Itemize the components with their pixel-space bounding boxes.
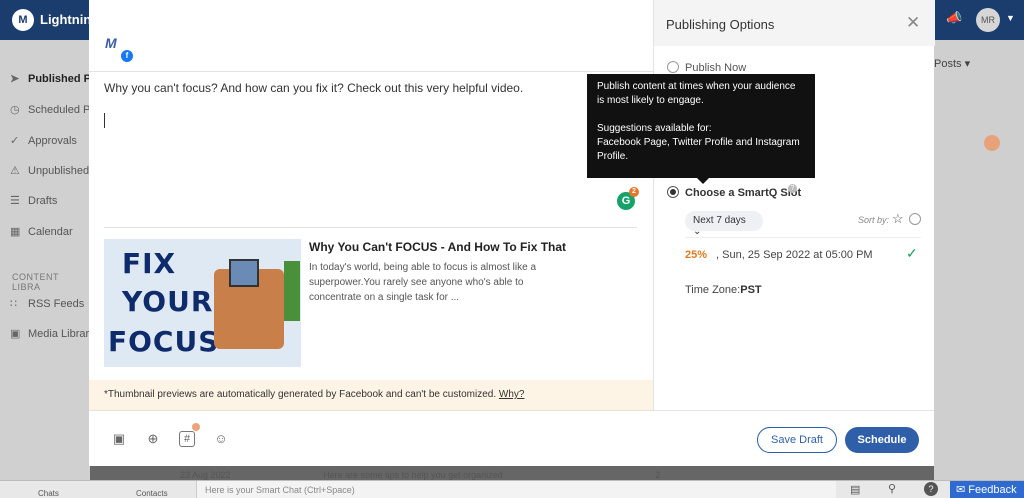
panel-title: Publishing Options bbox=[666, 17, 775, 32]
search-icon[interactable]: ⚲ bbox=[888, 482, 896, 495]
megaphone-icon[interactable]: 📣 bbox=[946, 10, 964, 28]
thumbnail-text: YOUR bbox=[122, 285, 214, 318]
schedule-button[interactable]: Schedule bbox=[845, 427, 919, 453]
post-text[interactable]: Why you can't focus? And how can you fix… bbox=[104, 81, 523, 95]
sidebar-item-media[interactable]: ▣ Media Library bbox=[10, 327, 95, 340]
range-dropdown[interactable]: Next 7 days ⌄ bbox=[685, 211, 763, 237]
background-post-row: 23 Aug 2022 Here are some tips to help y… bbox=[180, 470, 661, 480]
close-icon[interactable]: ✕ bbox=[906, 13, 920, 33]
post-editor: M f Why you can't focus? And how can you… bbox=[89, 0, 653, 410]
divider bbox=[89, 71, 653, 72]
help-icon[interactable]: ? bbox=[924, 482, 938, 496]
hashtag-icon[interactable]: # bbox=[179, 431, 195, 447]
publishing-options-panel: Publishing Options ✕ Publish Now Choose … bbox=[653, 0, 935, 410]
warning-icon: ⚠ bbox=[10, 165, 20, 177]
grammarly-count: 2 bbox=[629, 187, 639, 197]
smartq-tooltip: Publish content at times when your audie… bbox=[587, 74, 815, 184]
calendar-icon: ▦ bbox=[10, 226, 21, 238]
sidebar-item-unpublished[interactable]: ⚠ Unpublished bbox=[10, 164, 89, 177]
inbox-icon[interactable]: ▤ bbox=[850, 483, 860, 496]
smartq-slot-label[interactable]: Choose a SmartQ Slot bbox=[685, 187, 801, 199]
publish-now-radio[interactable] bbox=[667, 61, 679, 73]
contacts-button[interactable]: Contacts bbox=[136, 489, 168, 498]
sidebar-item-calendar[interactable]: ▦ Calendar bbox=[10, 225, 73, 238]
save-draft-button[interactable]: Save Draft bbox=[757, 427, 837, 453]
feedback-button[interactable]: ✉ Feedback bbox=[950, 481, 1024, 498]
smartq-slot-radio[interactable] bbox=[667, 186, 679, 198]
background-right-panel: Posts ▾ bbox=[934, 40, 1024, 480]
monitor-illustration bbox=[229, 259, 259, 287]
compose-modal: M f Why you can't focus? And how can you… bbox=[89, 0, 935, 466]
star-icon[interactable]: ☆ bbox=[892, 211, 904, 227]
help-icon[interactable]: ? bbox=[788, 184, 797, 193]
clock-icon[interactable] bbox=[909, 213, 921, 225]
link-thumbnail: FIX YOUR FOCUS bbox=[104, 239, 301, 367]
sidebar-item-drafts[interactable]: ☰ Drafts bbox=[10, 194, 57, 207]
slot-percent: 25% bbox=[685, 249, 708, 261]
account-logo: M bbox=[105, 35, 117, 51]
link-description: In today's world, being able to focus is… bbox=[309, 262, 537, 303]
app-logo: M bbox=[12, 9, 34, 31]
check-circle-icon: ✓ bbox=[10, 135, 20, 147]
sidebar-item-approvals[interactable]: ✓ Approvals bbox=[10, 134, 77, 147]
sort-by-label: Sort by: bbox=[858, 215, 890, 225]
user-avatar[interactable]: MR bbox=[976, 8, 1000, 32]
publish-now-label[interactable]: Publish Now bbox=[685, 62, 746, 74]
emoji-icon[interactable]: ☺ bbox=[213, 431, 229, 447]
media-icon: ▣ bbox=[10, 328, 21, 340]
clock-icon: ◷ bbox=[10, 104, 20, 116]
compose-footer: ▣ ⊕ # ☺ Save Draft Schedule bbox=[89, 410, 934, 466]
publishing-options-header: Publishing Options ✕ bbox=[654, 0, 935, 46]
posts-dropdown[interactable]: Posts ▾ bbox=[934, 57, 970, 70]
grammarly-icon[interactable]: G2 bbox=[617, 187, 639, 210]
bottom-bar: Chats Contacts Here is your Smart Chat (… bbox=[0, 480, 1024, 498]
timezone: Time Zone:PST bbox=[685, 284, 762, 296]
thumbnail-text: FOCUS bbox=[108, 325, 220, 358]
notification-dot bbox=[984, 135, 1000, 151]
chats-button[interactable]: Chats bbox=[38, 489, 59, 498]
section-heading: CONTENT LIBRA bbox=[12, 272, 59, 292]
thumbnail-note: *Thumbnail previews are automatically ge… bbox=[89, 380, 653, 410]
smart-chat-input[interactable]: Here is your Smart Chat (Ctrl+Space) bbox=[196, 481, 836, 498]
sidebar-item-rss[interactable]: ∷ RSS Feeds bbox=[10, 297, 84, 310]
chevron-down-icon[interactable]: ▼ bbox=[1006, 13, 1015, 23]
image-icon[interactable]: ▣ bbox=[111, 431, 127, 447]
chevron-down-icon: ⌄ bbox=[693, 226, 702, 237]
divider bbox=[685, 237, 921, 238]
link-title[interactable]: Why You Can't FOCUS - And How To Fix Tha… bbox=[309, 240, 566, 254]
rss-icon: ∷ bbox=[10, 298, 17, 310]
facebook-icon: f bbox=[121, 50, 133, 62]
sidebar: ➤ Published Posts ◷ Scheduled Posts ✓ Appro… bbox=[0, 40, 114, 480]
location-icon[interactable]: ⊕ bbox=[145, 431, 161, 447]
thumbnail-text: FIX bbox=[122, 247, 177, 280]
list-icon: ☰ bbox=[10, 195, 20, 207]
divider bbox=[104, 227, 637, 228]
check-icon: ✓ bbox=[906, 245, 918, 261]
why-link[interactable]: Why? bbox=[499, 389, 525, 400]
notification-dot bbox=[192, 423, 200, 431]
slot-datetime[interactable]: , Sun, 25 Sep 2022 at 05:00 PM bbox=[716, 249, 873, 261]
plant-illustration bbox=[284, 261, 300, 321]
text-cursor bbox=[104, 113, 105, 128]
arrow-icon: ➤ bbox=[10, 73, 20, 85]
selected-account[interactable]: M f bbox=[105, 35, 133, 62]
